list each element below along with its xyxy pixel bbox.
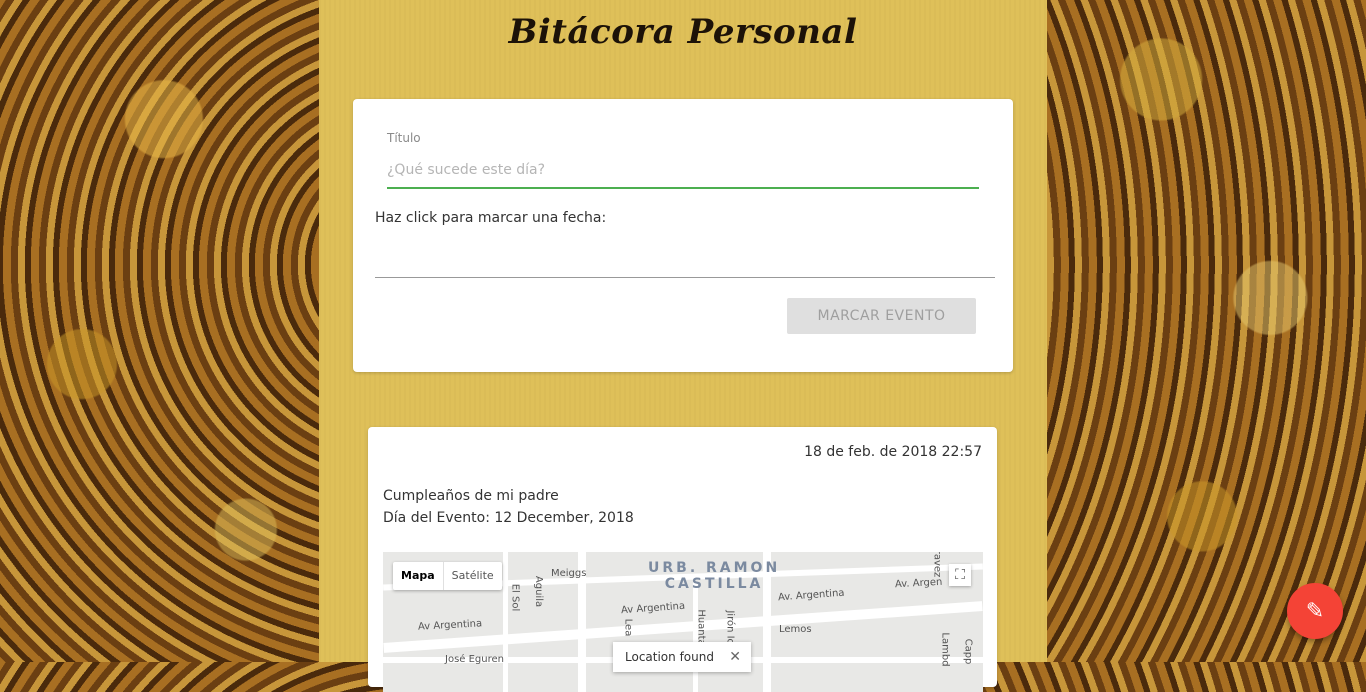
street-label: Aguila <box>533 575 545 608</box>
street-label: Meiggs <box>551 568 587 579</box>
event-card: 18 de feb. de 2018 22:57 Cumpleaños de m… <box>368 427 997 692</box>
street-label: ravez <box>931 552 943 578</box>
event-date: Día del Evento: 12 December, 2018 <box>383 510 634 526</box>
street-label: Av Argentina <box>417 618 483 633</box>
road <box>503 552 508 692</box>
date-input[interactable] <box>375 241 995 278</box>
title-label: Título <box>387 131 421 145</box>
mark-event-button[interactable]: MARCAR EVENTO <box>787 298 976 334</box>
date-label: Haz click para marcar una fecha: <box>375 210 607 226</box>
street-label: Huanta <box>695 609 707 646</box>
new-event-form: Título Haz click para marcar una fecha: … <box>353 99 1013 372</box>
map-type-map[interactable]: Mapa <box>393 562 444 590</box>
title-input[interactable] <box>387 153 979 189</box>
main-column: Bitácora Personal Título Haz click para … <box>319 0 1047 692</box>
street-label: Av. Argentina <box>777 587 845 604</box>
map-type-control: Mapa Satélite <box>393 562 502 590</box>
area-label: URB. RAMON CASTILLA <box>648 560 780 592</box>
close-icon[interactable]: ✕ <box>729 642 741 672</box>
street-label: Lea <box>622 618 634 637</box>
street-label: Capp <box>962 638 974 665</box>
app-title: Bitácora Personal <box>508 12 858 52</box>
street-label: Lemos <box>779 624 812 635</box>
street-label: El Sol <box>509 583 521 612</box>
street-label: Av. Argen <box>894 576 943 591</box>
event-timestamp: 18 de feb. de 2018 22:57 <box>804 444 982 460</box>
street-label: José Eguren <box>445 654 504 665</box>
page: { "app": { "title": "Bitácora Personal" … <box>0 0 1366 692</box>
location-toast: Location found ✕ <box>613 642 751 672</box>
street-label: Jirón Io <box>724 610 736 645</box>
event-title: Cumpleaños de mi padre <box>383 488 559 504</box>
area-label-line2: CASTILLA <box>664 576 764 592</box>
area-label-line1: URB. RAMON <box>648 560 781 576</box>
street-label: Av Argentina <box>620 600 686 617</box>
pencil-icon[interactable]: ✎ <box>1287 583 1343 639</box>
street-label: Lambd <box>939 632 951 667</box>
fullscreen-icon[interactable]: ⛶ <box>949 564 971 586</box>
map-type-satellite[interactable]: Satélite <box>444 562 502 590</box>
event-map[interactable]: URB. RAMON CASTILLA Av Argentina Av. Arg… <box>383 552 983 692</box>
